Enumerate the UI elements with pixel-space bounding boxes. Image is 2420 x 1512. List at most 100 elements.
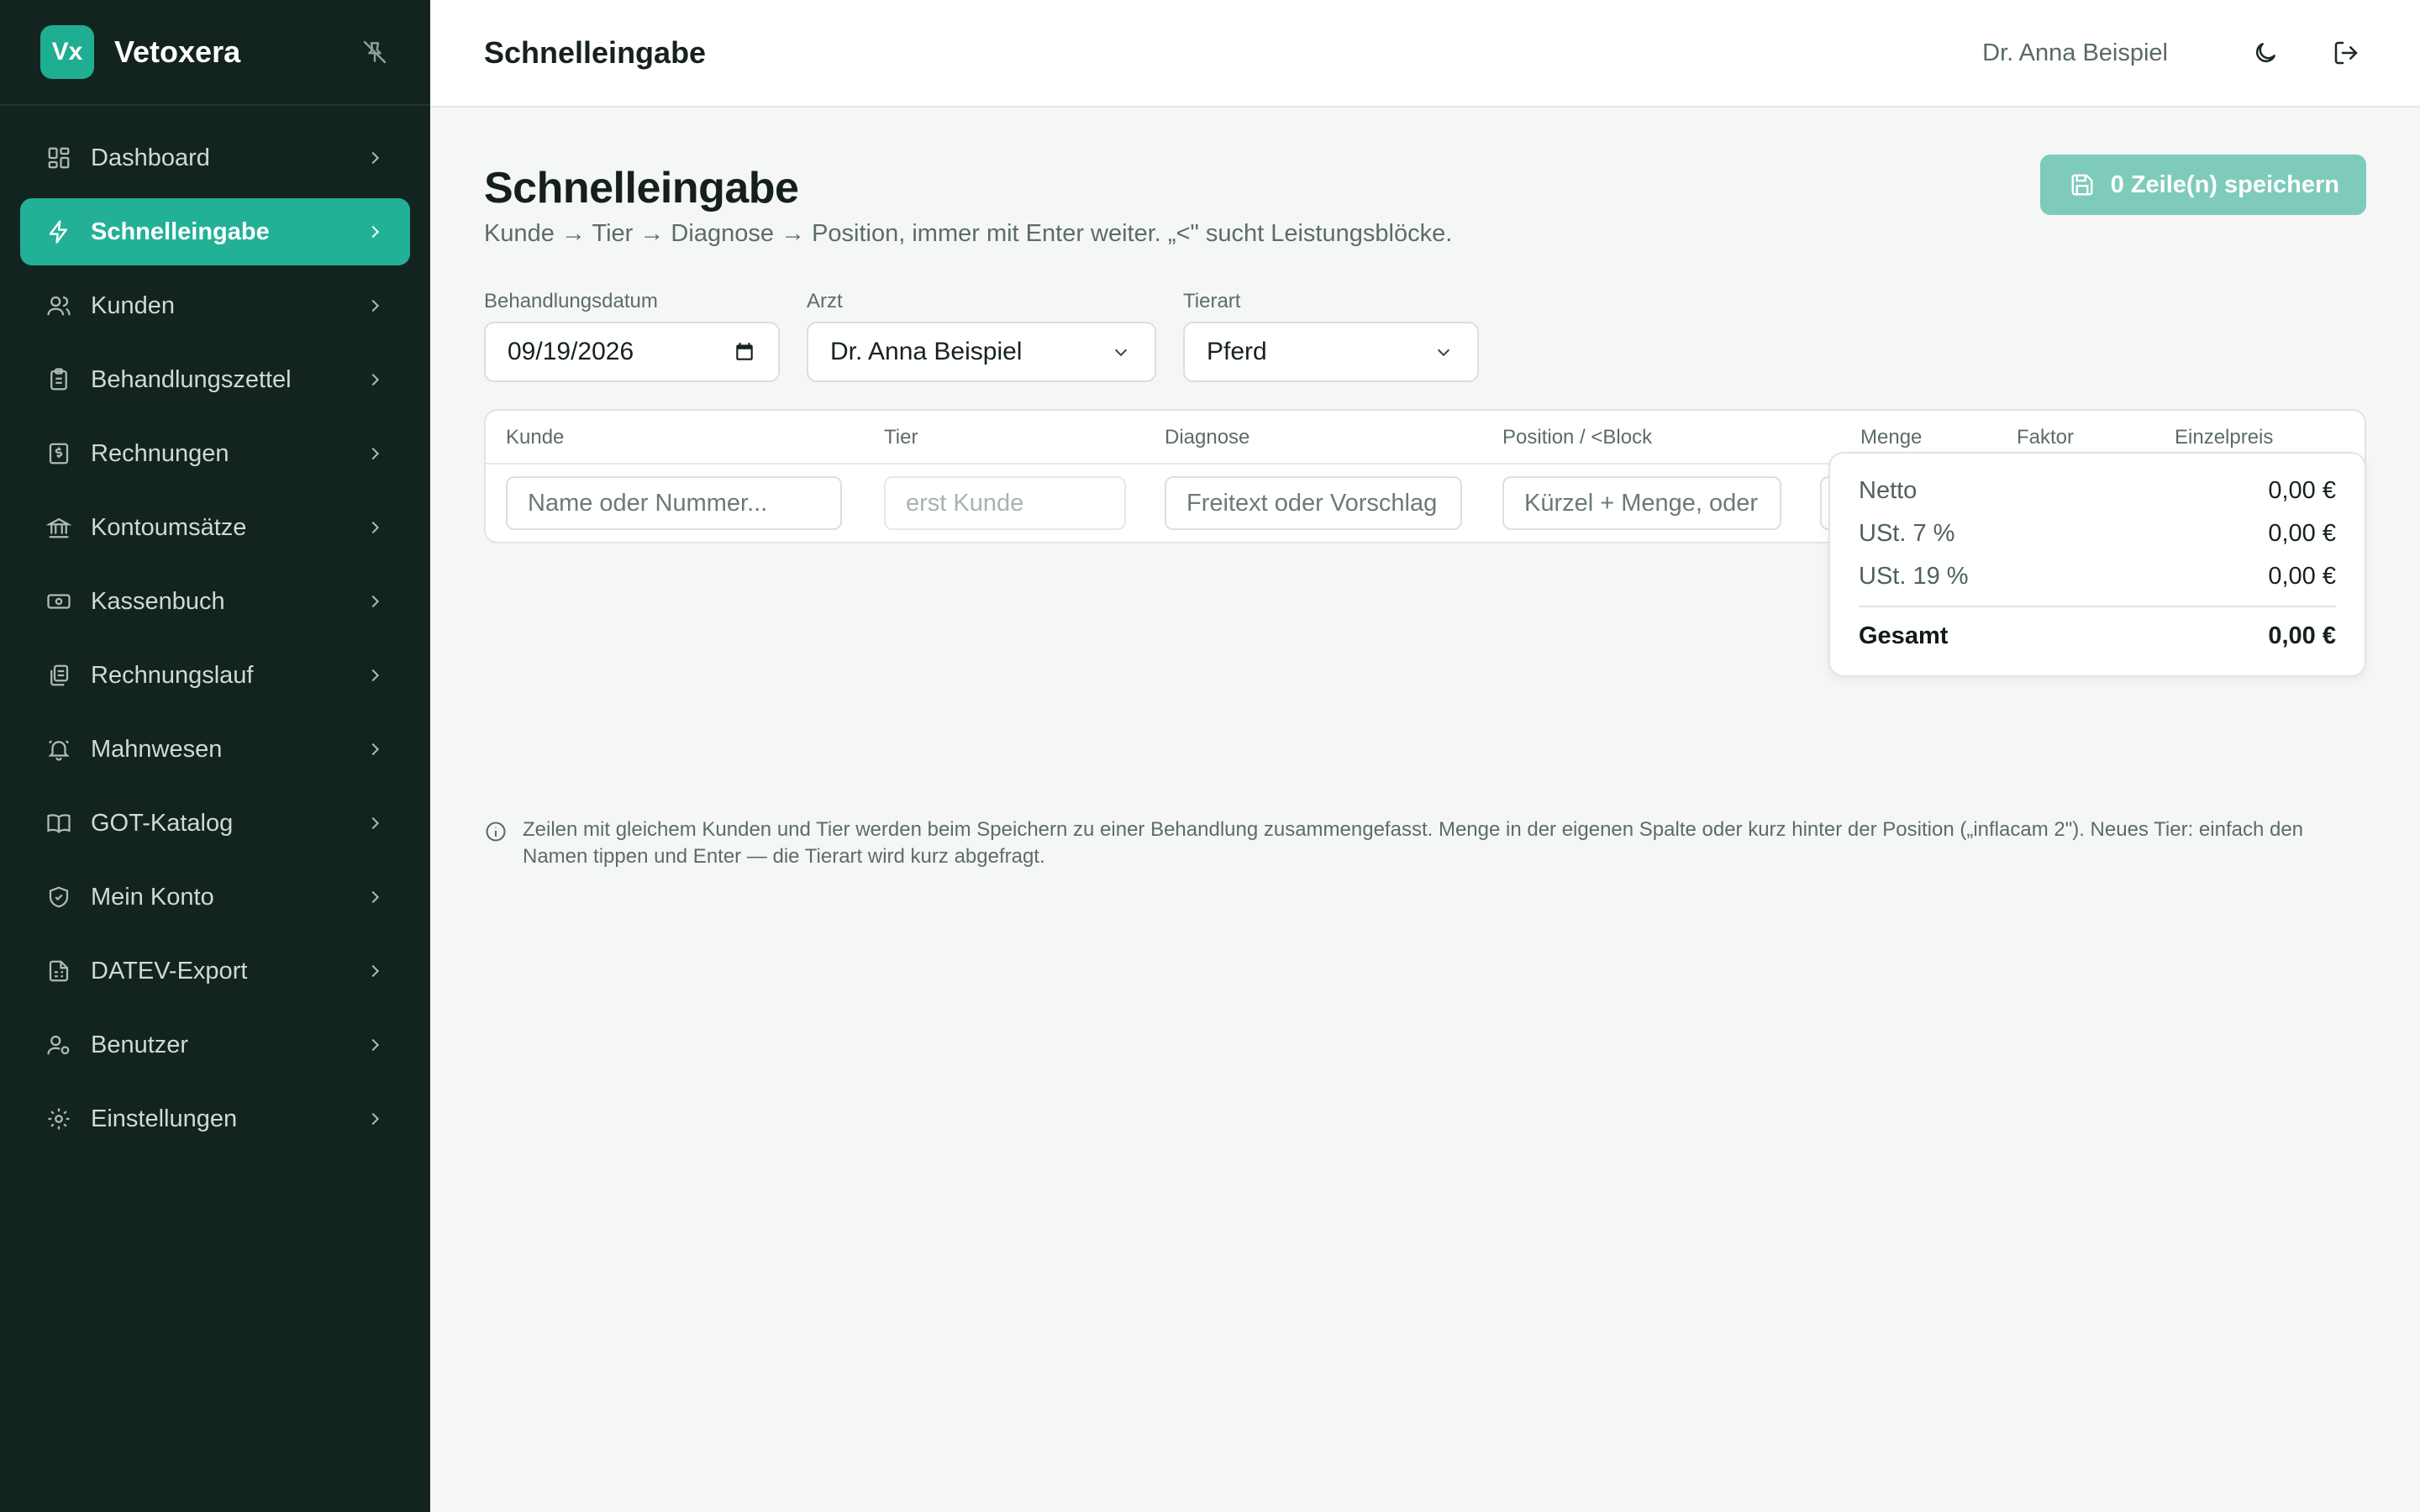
sidebar-item-kassenbuch[interactable]: Kassenbuch: [20, 568, 410, 635]
sidebar-item-label: Mahnwesen: [91, 735, 223, 763]
clipboard-icon: [44, 365, 74, 395]
sidebar-item-kontoumsaetze[interactable]: Kontoumsätze: [20, 494, 410, 561]
doctor-field: Arzt Dr. Anna Beispiel: [807, 290, 1156, 382]
topbar: Schnelleingabe Dr. Anna Beispiel: [430, 0, 2420, 108]
species-label: Tierart: [1183, 290, 1241, 312]
info-text: Zeilen mit gleichem Kunden und Tier werd…: [523, 818, 2304, 868]
bell-icon: [44, 734, 74, 764]
chevron-right-icon: [363, 220, 387, 244]
sidebar-item-schnelleingabe[interactable]: Schnelleingabe: [20, 198, 410, 265]
save-rows-button[interactable]: 0 Zeile(n) speichern: [2039, 155, 2366, 215]
gesamt-label: Gesamt: [1859, 622, 1949, 649]
sidebar-item-label: Rechnungen: [91, 439, 229, 467]
diagnose-input[interactable]: Freitext oder Vorschlag: [1165, 476, 1462, 530]
stack-icon: [44, 660, 74, 690]
gesamt-value: 0,00 €: [2268, 622, 2336, 649]
species-select[interactable]: Pferd: [1183, 322, 1479, 382]
bank-icon: [44, 512, 74, 543]
gear-icon: [44, 1104, 74, 1134]
main-area: Schnelleingabe Dr. Anna Beispiel Schnell…: [430, 0, 2420, 1512]
chevron-right-icon: [363, 1033, 387, 1057]
chevron-right-icon: [363, 442, 387, 465]
page-subtitle: Kunde → Tier → Diagnose → Position, imme…: [484, 220, 1453, 247]
sidebar-item-label: Behandlungszettel: [91, 365, 292, 393]
chevron-right-icon: [363, 738, 387, 761]
sidebar-item-rechnungslauf[interactable]: Rechnungslauf: [20, 642, 410, 709]
sidebar-item-einstellungen[interactable]: Einstellungen: [20, 1085, 410, 1152]
lightning-icon: [44, 217, 74, 247]
current-user: Dr. Anna Beispiel: [1982, 39, 2168, 66]
column-header-position: Position / <Block: [1502, 426, 1653, 449]
doctor-label: Arzt: [807, 290, 843, 312]
doctor-value: Dr. Anna Beispiel: [830, 338, 1023, 365]
book-icon: [44, 808, 74, 838]
info-icon: [484, 820, 509, 845]
ust7-row: USt. 7 % 0,00 €: [1859, 520, 2336, 548]
column-header-diagnose: Diagnose: [1165, 426, 1250, 449]
cash-icon: [44, 586, 74, 617]
sidebar-item-label: Einstellungen: [91, 1105, 238, 1132]
chevron-right-icon: [363, 1107, 387, 1131]
ust19-value: 0,00 €: [2268, 563, 2336, 590]
logout-icon[interactable]: [2326, 33, 2366, 73]
totals-card: Netto 0,00 € USt. 7 % 0,00 € USt. 19 % 0…: [1828, 452, 2366, 677]
chevron-right-icon: [363, 959, 387, 983]
column-header-menge: Menge: [1860, 426, 1923, 449]
sidebar-item-label: DATEV-Export: [91, 957, 248, 984]
sidebar-item-label: Mein Konto: [91, 883, 214, 911]
species-field: Tierart Pferd: [1183, 290, 1479, 382]
position-input[interactable]: Kürzel + Menge, oder: [1502, 476, 1781, 530]
column-header-kunde: Kunde: [506, 426, 565, 449]
sidebar-item-label: Kontoumsätze: [91, 513, 247, 541]
ust7-value: 0,00 €: [2268, 520, 2336, 547]
chevron-right-icon: [363, 368, 387, 391]
date-label: Behandlungsdatum: [484, 290, 658, 312]
sidebar-item-datev-export[interactable]: DATEV-Export: [20, 937, 410, 1005]
brand: Vx Vetoxera: [0, 0, 430, 106]
sidebar-item-mein-konto[interactable]: Mein Konto: [20, 864, 410, 931]
column-header-tier: Tier: [884, 426, 918, 449]
sidebar-item-label: GOT-Katalog: [91, 809, 234, 837]
sidebar-item-mahnwesen[interactable]: Mahnwesen: [20, 716, 410, 783]
info-note: Zeilen mit gleichem Kunden und Tier werd…: [484, 816, 2366, 870]
chevron-right-icon: [363, 811, 387, 835]
topbar-title: Schnelleingabe: [484, 35, 707, 70]
kunde-input[interactable]: Name oder Nummer...: [506, 476, 842, 530]
doctor-select[interactable]: Dr. Anna Beispiel: [807, 322, 1156, 382]
column-header-einzelpreis: Einzelpreis: [2175, 426, 2274, 449]
sidebar-nav: Dashboard Schnelleingabe Kunden Behandlu…: [0, 106, 430, 1152]
sidebar-item-label: Schnelleingabe: [91, 218, 270, 245]
sidebar-item-label: Dashboard: [91, 144, 210, 171]
filters: Behandlungsdatum 09/19/2026 Arzt Dr. Ann…: [484, 290, 2366, 382]
user-cog-icon: [44, 1030, 74, 1060]
moon-icon[interactable]: [2245, 33, 2286, 73]
netto-label: Netto: [1859, 477, 1918, 504]
chevron-right-icon: [363, 664, 387, 687]
sidebar-item-label: Benutzer: [91, 1031, 189, 1058]
sidebar-item-benutzer[interactable]: Benutzer: [20, 1011, 410, 1079]
species-value: Pferd: [1207, 338, 1267, 365]
invoice-icon: [44, 438, 74, 469]
chevron-right-icon: [363, 294, 387, 318]
unpin-icon[interactable]: [358, 35, 392, 69]
sidebar-item-kunden[interactable]: Kunden: [20, 272, 410, 339]
tier-input[interactable]: erst Kunde: [884, 476, 1126, 530]
sidebar-item-behandlungszettel[interactable]: Behandlungszettel: [20, 346, 410, 413]
sidebar-item-rechnungen[interactable]: Rechnungen: [20, 420, 410, 487]
ust7-label: USt. 7 %: [1859, 520, 1955, 547]
save-rows-label: 0 Zeile(n) speichern: [2110, 171, 2339, 198]
sidebar-item-label: Rechnungslauf: [91, 661, 254, 689]
sidebar-item-dashboard[interactable]: Dashboard: [20, 124, 410, 192]
calendar-icon[interactable]: [733, 340, 756, 364]
users-icon: [44, 291, 74, 321]
ust19-row: USt. 19 % 0,00 €: [1859, 563, 2336, 591]
date-input[interactable]: 09/19/2026: [484, 322, 780, 382]
netto-row: Netto 0,00 €: [1859, 477, 2336, 505]
chevron-right-icon: [363, 590, 387, 613]
gesamt-row: Gesamt 0,00 €: [1859, 622, 2336, 650]
totals-divider: [1859, 606, 2336, 607]
sidebar-item-got-katalog[interactable]: GOT-Katalog: [20, 790, 410, 857]
logo: Vx: [40, 25, 94, 79]
chevron-right-icon: [363, 146, 387, 170]
chevron-right-icon: [363, 885, 387, 909]
